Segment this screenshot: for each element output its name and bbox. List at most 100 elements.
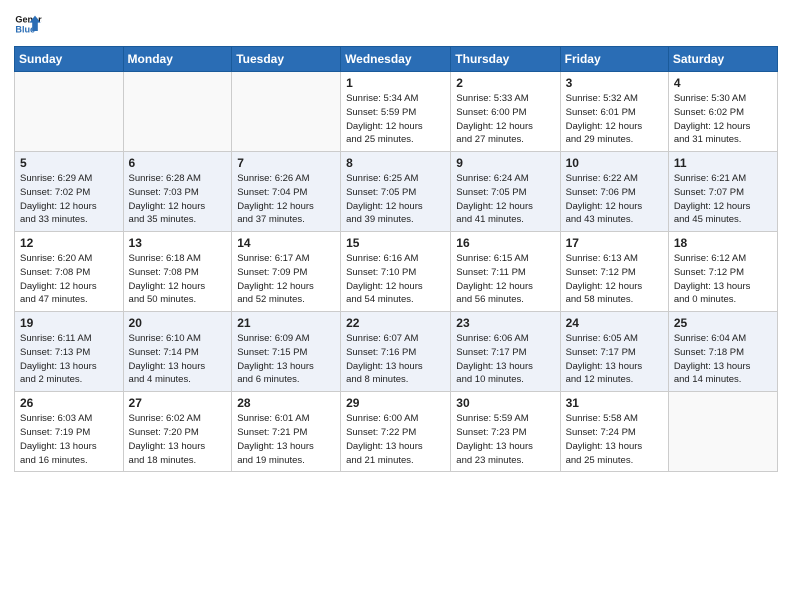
day-cell-21: 21 Sunrise: 6:09 AM Sunset: 7:15 PM Dayli… — [232, 312, 341, 392]
day-cell-17: 17Sunrise: 6:13 AM Sunset: 7:12 PM Dayli… — [560, 232, 668, 312]
day-cell-23: 23 Sunrise: 6:06 AM Sunset: 7:17 PM Dayli… — [451, 312, 560, 392]
day-cell-29: 29 Sunrise: 6:00 AM Sunset: 7:22 PM Dayli… — [341, 392, 451, 472]
day-cell-9: 9Sunrise: 6:24 AM Sunset: 7:05 PM Daylig… — [451, 152, 560, 232]
day-info: Sunrise: 6:00 AM Sunset: 7:22 PM Dayligh… — [346, 412, 445, 467]
calendar-container: General Blue SundayMondayTuesdayWednesda… — [0, 0, 792, 486]
day-info: Sunrise: 6:16 AM Sunset: 7:10 PM Dayligh… — [346, 252, 445, 307]
day-cell-13: 13 Sunrise: 6:18 AM Sunset: 7:08 PM Dayli… — [123, 232, 232, 312]
day-number: 17 — [566, 236, 663, 250]
day-cell-12: 12 Sunrise: 6:20 AM Sunset: 7:08 PM Dayli… — [15, 232, 124, 312]
day-info: Sunrise: 6:24 AM Sunset: 7:05 PM Dayligh… — [456, 172, 554, 227]
empty-cell — [15, 72, 124, 152]
weekday-header-friday: Friday — [560, 47, 668, 72]
day-info: Sunrise: 5:32 AM Sunset: 6:01 PM Dayligh… — [566, 92, 663, 147]
day-cell-20: 20 Sunrise: 6:10 AM Sunset: 7:14 PM Dayli… — [123, 312, 232, 392]
day-number: 24 — [566, 316, 663, 330]
day-cell-7: 7Sunrise: 6:26 AM Sunset: 7:04 PM Daylig… — [232, 152, 341, 232]
empty-cell — [232, 72, 341, 152]
weekday-header-tuesday: Tuesday — [232, 47, 341, 72]
day-number: 6 — [129, 156, 227, 170]
day-number: 21 — [237, 316, 335, 330]
day-cell-30: 30 Sunrise: 5:59 AM Sunset: 7:23 PM Dayli… — [451, 392, 560, 472]
day-info: Sunrise: 6:18 AM Sunset: 7:08 PM Dayligh… — [129, 252, 227, 307]
weekday-header-monday: Monday — [123, 47, 232, 72]
day-number: 29 — [346, 396, 445, 410]
day-info: Sunrise: 6:06 AM Sunset: 7:17 PM Dayligh… — [456, 332, 554, 387]
day-number: 3 — [566, 76, 663, 90]
day-number: 10 — [566, 156, 663, 170]
week-row-1: 1Sunrise: 5:34 AM Sunset: 5:59 PM Daylig… — [15, 72, 778, 152]
day-info: Sunrise: 6:05 AM Sunset: 7:17 PM Dayligh… — [566, 332, 663, 387]
day-info: Sunrise: 6:22 AM Sunset: 7:06 PM Dayligh… — [566, 172, 663, 227]
day-number: 31 — [566, 396, 663, 410]
day-cell-27: 27 Sunrise: 6:02 AM Sunset: 7:20 PM Dayli… — [123, 392, 232, 472]
day-cell-3: 3 Sunrise: 5:32 AM Sunset: 6:01 PM Daylig… — [560, 72, 668, 152]
day-number: 5 — [20, 156, 118, 170]
day-info: Sunrise: 6:26 AM Sunset: 7:04 PM Dayligh… — [237, 172, 335, 227]
day-cell-24: 24 Sunrise: 6:05 AM Sunset: 7:17 PM Dayli… — [560, 312, 668, 392]
weekday-header-row: SundayMondayTuesdayWednesdayThursdayFrid… — [15, 47, 778, 72]
day-number: 30 — [456, 396, 554, 410]
day-number: 16 — [456, 236, 554, 250]
day-info: Sunrise: 6:03 AM Sunset: 7:19 PM Dayligh… — [20, 412, 118, 467]
day-cell-8: 8 Sunrise: 6:25 AM Sunset: 7:05 PM Daylig… — [341, 152, 451, 232]
week-row-3: 12 Sunrise: 6:20 AM Sunset: 7:08 PM Dayli… — [15, 232, 778, 312]
day-cell-4: 4 Sunrise: 5:30 AM Sunset: 6:02 PM Daylig… — [668, 72, 777, 152]
day-cell-10: 10 Sunrise: 6:22 AM Sunset: 7:06 PM Dayli… — [560, 152, 668, 232]
day-info: Sunrise: 6:01 AM Sunset: 7:21 PM Dayligh… — [237, 412, 335, 467]
day-number: 8 — [346, 156, 445, 170]
day-info: Sunrise: 5:59 AM Sunset: 7:23 PM Dayligh… — [456, 412, 554, 467]
logo-icon: General Blue — [14, 10, 42, 38]
day-info: Sunrise: 6:25 AM Sunset: 7:05 PM Dayligh… — [346, 172, 445, 227]
day-info: Sunrise: 5:33 AM Sunset: 6:00 PM Dayligh… — [456, 92, 554, 147]
day-info: Sunrise: 6:17 AM Sunset: 7:09 PM Dayligh… — [237, 252, 335, 307]
day-info: Sunrise: 6:21 AM Sunset: 7:07 PM Dayligh… — [674, 172, 772, 227]
day-number: 23 — [456, 316, 554, 330]
weekday-header-thursday: Thursday — [451, 47, 560, 72]
day-cell-5: 5 Sunrise: 6:29 AM Sunset: 7:02 PM Daylig… — [15, 152, 124, 232]
weekday-header-saturday: Saturday — [668, 47, 777, 72]
day-info: Sunrise: 5:58 AM Sunset: 7:24 PM Dayligh… — [566, 412, 663, 467]
week-row-5: 26 Sunrise: 6:03 AM Sunset: 7:19 PM Dayli… — [15, 392, 778, 472]
day-number: 28 — [237, 396, 335, 410]
day-info: Sunrise: 6:15 AM Sunset: 7:11 PM Dayligh… — [456, 252, 554, 307]
day-info: Sunrise: 6:29 AM Sunset: 7:02 PM Dayligh… — [20, 172, 118, 227]
day-number: 13 — [129, 236, 227, 250]
calendar-table: SundayMondayTuesdayWednesdayThursdayFrid… — [14, 46, 778, 472]
header: General Blue — [14, 10, 778, 38]
day-info: Sunrise: 6:09 AM Sunset: 7:15 PM Dayligh… — [237, 332, 335, 387]
day-cell-14: 14 Sunrise: 6:17 AM Sunset: 7:09 PM Dayli… — [232, 232, 341, 312]
week-row-4: 19 Sunrise: 6:11 AM Sunset: 7:13 PM Dayli… — [15, 312, 778, 392]
day-number: 22 — [346, 316, 445, 330]
day-info: Sunrise: 6:20 AM Sunset: 7:08 PM Dayligh… — [20, 252, 118, 307]
svg-text:Blue: Blue — [15, 24, 35, 34]
day-cell-6: 6 Sunrise: 6:28 AM Sunset: 7:03 PM Daylig… — [123, 152, 232, 232]
day-info: Sunrise: 6:02 AM Sunset: 7:20 PM Dayligh… — [129, 412, 227, 467]
empty-cell — [668, 392, 777, 472]
day-info: Sunrise: 6:28 AM Sunset: 7:03 PM Dayligh… — [129, 172, 227, 227]
day-number: 12 — [20, 236, 118, 250]
day-number: 15 — [346, 236, 445, 250]
day-info: Sunrise: 5:34 AM Sunset: 5:59 PM Dayligh… — [346, 92, 445, 147]
day-info: Sunrise: 6:11 AM Sunset: 7:13 PM Dayligh… — [20, 332, 118, 387]
day-number: 14 — [237, 236, 335, 250]
day-number: 19 — [20, 316, 118, 330]
day-info: Sunrise: 6:04 AM Sunset: 7:18 PM Dayligh… — [674, 332, 772, 387]
day-number: 26 — [20, 396, 118, 410]
day-number: 20 — [129, 316, 227, 330]
day-number: 25 — [674, 316, 772, 330]
day-number: 11 — [674, 156, 772, 170]
day-info: Sunrise: 5:30 AM Sunset: 6:02 PM Dayligh… — [674, 92, 772, 147]
day-info: Sunrise: 6:12 AM Sunset: 7:12 PM Dayligh… — [674, 252, 772, 307]
day-number: 27 — [129, 396, 227, 410]
day-cell-19: 19 Sunrise: 6:11 AM Sunset: 7:13 PM Dayli… — [15, 312, 124, 392]
day-cell-18: 18Sunrise: 6:12 AM Sunset: 7:12 PM Dayli… — [668, 232, 777, 312]
empty-cell — [123, 72, 232, 152]
week-row-2: 5 Sunrise: 6:29 AM Sunset: 7:02 PM Daylig… — [15, 152, 778, 232]
weekday-header-sunday: Sunday — [15, 47, 124, 72]
day-number: 4 — [674, 76, 772, 90]
day-cell-2: 2Sunrise: 5:33 AM Sunset: 6:00 PM Daylig… — [451, 72, 560, 152]
day-info: Sunrise: 6:10 AM Sunset: 7:14 PM Dayligh… — [129, 332, 227, 387]
day-cell-25: 25 Sunrise: 6:04 AM Sunset: 7:18 PM Dayli… — [668, 312, 777, 392]
day-info: Sunrise: 6:07 AM Sunset: 7:16 PM Dayligh… — [346, 332, 445, 387]
